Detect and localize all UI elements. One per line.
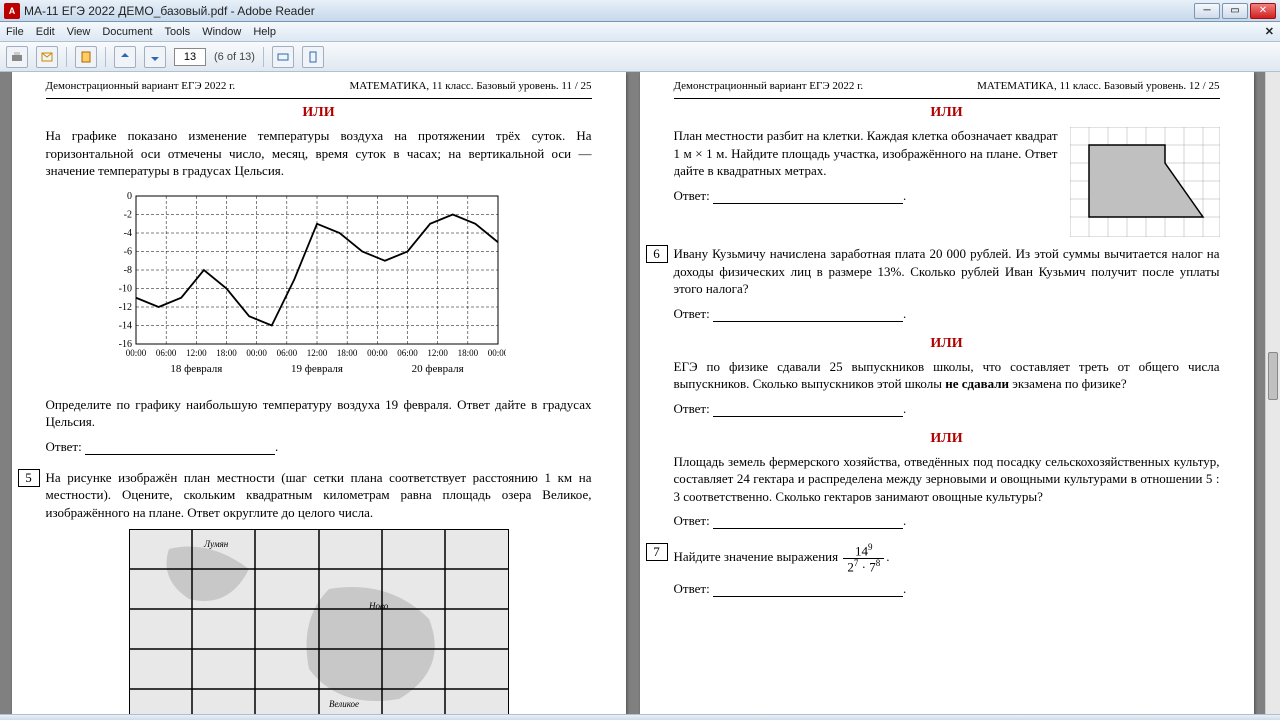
answer-line: Ответ: .	[674, 401, 1220, 417]
header-left: Демонстрационный вариант ЕГЭ 2022 г.	[46, 80, 236, 92]
status-bar	[0, 714, 1280, 720]
svg-text:18:00: 18:00	[457, 348, 478, 358]
page-input[interactable]	[174, 48, 206, 66]
fraction: 149 27 · 78	[843, 543, 884, 573]
menu-bar: File Edit View Document Tools Window Hel…	[0, 22, 1280, 42]
question-number-7: 7	[646, 543, 668, 561]
svg-text:12:00: 12:00	[186, 348, 207, 358]
problem-text: На графике показано изменение температур…	[46, 127, 592, 180]
grid-figure	[1070, 127, 1220, 237]
map-label-b: Ново	[368, 601, 389, 611]
svg-text:06:00: 06:00	[155, 348, 176, 358]
svg-text:00:00: 00:00	[487, 348, 505, 358]
svg-text:00:00: 00:00	[125, 348, 146, 358]
pages-button[interactable]	[75, 46, 97, 68]
svg-text:-6: -6	[123, 246, 131, 257]
svg-text:0: 0	[127, 191, 132, 202]
svg-text:19 февраля: 19 февраля	[291, 363, 343, 375]
question-number-6: 6	[646, 245, 668, 263]
ili-heading: ИЛИ	[46, 105, 592, 121]
print-button[interactable]	[6, 46, 28, 68]
svg-text:-2: -2	[123, 209, 131, 220]
map-label-c: Великое	[329, 699, 359, 709]
scrollbar-thumb[interactable]	[1268, 352, 1278, 400]
q6-text: Ивану Кузьмичу начислена заработная плат…	[674, 245, 1220, 298]
toolbar: (6 of 13)	[0, 42, 1280, 72]
svg-text:18:00: 18:00	[216, 348, 237, 358]
fit-width-button[interactable]	[272, 46, 294, 68]
answer-line: Ответ: .	[46, 439, 592, 455]
menu-file[interactable]: File	[6, 26, 24, 38]
prev-page-button[interactable]	[114, 46, 136, 68]
physics-problem: ЕГЭ по физике сдавали 25 выпускников шко…	[674, 358, 1220, 393]
svg-text:18 февраля: 18 февраля	[170, 363, 222, 375]
close-doc-button[interactable]: ✕	[1265, 25, 1274, 38]
map-figure: Лумян Ново Великое	[129, 529, 509, 714]
menu-edit[interactable]: Edit	[36, 26, 55, 38]
q7-text: Найдите значение выражения 149 27 · 78 .	[674, 543, 1220, 573]
page-right: Демонстрационный вариант ЕГЭ 2022 г. МАТЕ…	[640, 72, 1254, 714]
svg-text:-14: -14	[118, 320, 131, 331]
header-right: МАТЕМАТИКА, 11 класс. Базовый уровень. 1…	[350, 80, 592, 92]
svg-text:06:00: 06:00	[276, 348, 297, 358]
title-bar: A МА-11 ЕГЭ 2022 ДЕМО_базовый.pdf - Adob…	[0, 0, 1280, 22]
email-button[interactable]	[36, 46, 58, 68]
close-button[interactable]: ✕	[1250, 3, 1276, 19]
svg-text:-10: -10	[118, 283, 131, 294]
question-number-5: 5	[18, 469, 40, 487]
menu-window[interactable]: Window	[202, 26, 241, 38]
header-left: Демонстрационный вариант ЕГЭ 2022 г.	[674, 80, 864, 92]
header-right: МАТЕМАТИКА, 11 класс. Базовый уровень. 1…	[977, 80, 1219, 92]
menu-tools[interactable]: Tools	[165, 26, 191, 38]
svg-text:-8: -8	[123, 265, 131, 276]
svg-text:12:00: 12:00	[306, 348, 327, 358]
svg-text:00:00: 00:00	[246, 348, 267, 358]
menu-view[interactable]: View	[67, 26, 91, 38]
menu-help[interactable]: Help	[253, 26, 276, 38]
answer-line: Ответ: .	[674, 513, 1220, 529]
answer-line: Ответ: .	[674, 306, 1220, 322]
next-page-button[interactable]	[144, 46, 166, 68]
farm-problem: Площадь земель фермерского хозяйства, от…	[674, 453, 1220, 506]
menu-document[interactable]: Document	[102, 26, 152, 38]
map-label-a: Лумян	[203, 539, 229, 549]
window-title: МА-11 ЕГЭ 2022 ДЕМО_базовый.pdf - Adobe …	[24, 4, 1194, 18]
app-icon: A	[4, 3, 20, 19]
ili-heading: ИЛИ	[674, 336, 1220, 352]
vertical-scrollbar[interactable]	[1265, 72, 1280, 714]
svg-text:00:00: 00:00	[367, 348, 388, 358]
maximize-button[interactable]: ▭	[1222, 3, 1248, 19]
ili-heading: ИЛИ	[674, 105, 1220, 121]
svg-text:-12: -12	[118, 302, 131, 313]
temperature-chart: 0-2-4-6-8-10-12-14-1600:0006:0012:0018:0…	[106, 188, 592, 388]
document-viewport[interactable]: Демонстрационный вариант ЕГЭ 2022 г. МАТЕ…	[0, 72, 1265, 714]
svg-text:20 февраля: 20 февраля	[411, 363, 463, 375]
q5-text: На рисунке изображён план местности (шаг…	[46, 469, 592, 522]
svg-text:18:00: 18:00	[336, 348, 357, 358]
page-count: (6 of 13)	[214, 51, 255, 63]
minimize-button[interactable]: ─	[1194, 3, 1220, 19]
svg-text:12:00: 12:00	[427, 348, 448, 358]
problem-question: Определите по графику наибольшую темпера…	[46, 396, 592, 431]
page-left: Демонстрационный вариант ЕГЭ 2022 г. МАТЕ…	[12, 72, 626, 714]
svg-text:06:00: 06:00	[397, 348, 418, 358]
answer-line: Ответ: .	[674, 581, 1220, 597]
svg-text:-4: -4	[123, 228, 131, 239]
ili-heading: ИЛИ	[674, 431, 1220, 447]
fit-page-button[interactable]	[302, 46, 324, 68]
